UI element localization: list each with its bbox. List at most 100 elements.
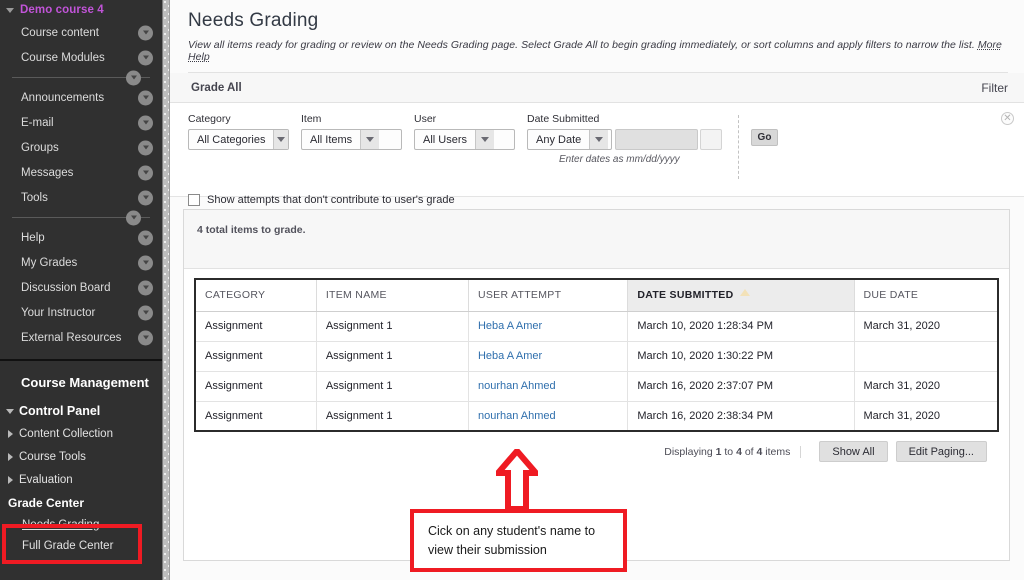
date-submitted-select[interactable]: Any Date <box>527 129 612 150</box>
category-select[interactable]: All Categories <box>188 129 289 150</box>
chevron-down-icon[interactable] <box>475 130 495 149</box>
student-name-link[interactable]: Heba A Amer <box>478 320 542 332</box>
screenshot-root: Demo course 4 Course content Course Modu… <box>0 0 1024 580</box>
sidebar-item-my-grades[interactable]: My Grades <box>0 250 162 275</box>
chevron-down-icon[interactable] <box>138 115 153 130</box>
chevron-down-icon[interactable] <box>126 210 141 226</box>
go-button[interactable]: Go <box>751 129 778 146</box>
chevron-down-icon <box>6 7 14 13</box>
sidebar-item-label: Announcements <box>21 91 105 104</box>
date-from-input[interactable] <box>615 129 698 150</box>
sidebar-item-external-resources[interactable]: External Resources <box>0 325 162 350</box>
column-header-date-submitted[interactable]: DATE SUBMITTED <box>627 279 855 312</box>
sidebar-item-email[interactable]: E-mail <box>0 110 162 135</box>
show-attempts-checkbox[interactable] <box>188 194 200 206</box>
sidebar-resize-handle[interactable] <box>162 0 170 580</box>
chevron-down-icon[interactable] <box>138 280 153 295</box>
sidebar-item-label: Groups <box>21 141 59 154</box>
chevron-down-icon[interactable] <box>138 90 153 105</box>
cell-due-date: March 31, 2020 <box>854 371 998 402</box>
table-row: Assignment Assignment 1 nourhan Ahmed Ma… <box>195 401 998 431</box>
sidebar-item-announcements[interactable]: Announcements <box>0 85 162 110</box>
close-circle-icon[interactable]: ✕ <box>1001 112 1014 125</box>
sidebar-item-groups[interactable]: Groups <box>0 135 162 160</box>
sidebar-item-label: My Grades <box>21 256 78 269</box>
column-header-item-name[interactable]: ITEM NAME <box>316 279 469 312</box>
sidebar-item-your-instructor[interactable]: Your Instructor <box>0 300 162 325</box>
sidebar-item-course-content[interactable]: Course content <box>0 20 162 45</box>
filter-button[interactable]: Filter <box>981 81 1008 95</box>
sidebar-item-label: Grade Center <box>8 495 85 510</box>
sidebar-item-messages[interactable]: Messages <box>0 160 162 185</box>
chevron-down-icon[interactable] <box>360 130 380 149</box>
date-submitted-label: Date Submitted <box>527 113 600 125</box>
displaying-prefix: Displaying <box>664 445 716 458</box>
sidebar-item-help[interactable]: Help <box>0 225 162 250</box>
student-name-link[interactable]: nourhan Ahmed <box>478 380 556 392</box>
column-header-due-date[interactable]: DUE DATE <box>854 279 998 312</box>
chevron-down-icon[interactable] <box>589 130 609 149</box>
chevron-down-icon[interactable] <box>138 190 153 205</box>
chevron-right-icon <box>8 452 13 461</box>
show-all-button[interactable]: Show All <box>819 441 888 462</box>
cell-due-date: March 31, 2020 <box>854 311 998 342</box>
chevron-down-icon[interactable] <box>138 305 153 320</box>
sidebar-course-header[interactable]: Demo course 4 <box>0 0 162 20</box>
cell-date-submitted: March 10, 2020 1:28:34 PM <box>627 311 855 342</box>
sidebar-item-label: Discussion Board <box>21 281 111 294</box>
column-header-category[interactable]: CATEGORY <box>195 279 317 312</box>
edit-paging-button[interactable]: Edit Paging... <box>895 441 987 462</box>
sidebar-divider-2 <box>12 210 150 226</box>
category-select-value: All Categories <box>197 133 266 146</box>
column-header-label: DUE DATE <box>863 289 919 302</box>
chevron-down-icon[interactable] <box>138 255 153 270</box>
sidebar-item-full-grade-center[interactable]: Full Grade Center <box>0 535 162 556</box>
item-select[interactable]: All Items <box>301 129 402 150</box>
user-select[interactable]: All Users <box>414 129 515 150</box>
page-title: Needs Grading <box>188 10 319 31</box>
student-name-link[interactable]: nourhan Ahmed <box>478 410 556 422</box>
show-attempts-label: Show attempts that don't contribute to u… <box>207 194 455 206</box>
sidebar-item-discussion-board[interactable]: Discussion Board <box>0 275 162 300</box>
sidebar-item-needs-grading[interactable]: Needs Grading <box>0 514 162 535</box>
chevron-down-icon[interactable] <box>138 230 153 245</box>
sidebar-item-content-collection[interactable]: Content Collection <box>0 422 162 445</box>
sidebar-item-label: Your Instructor <box>21 306 96 319</box>
column-header-label: USER ATTEMPT <box>477 289 562 302</box>
filter-group-date-submitted: Date Submitted Any Date Enter dates as m… <box>527 113 722 165</box>
chevron-right-icon <box>8 429 13 438</box>
grade-all-button[interactable]: Grade All <box>191 82 242 94</box>
table-row: Assignment Assignment 1 Heba A Amer Marc… <box>195 341 998 372</box>
chevron-down-icon[interactable] <box>138 25 153 40</box>
sidebar-item-tools[interactable]: Tools <box>0 185 162 210</box>
chevron-down-icon[interactable] <box>138 140 153 155</box>
sidebar-item-label: External Resources <box>21 331 122 344</box>
sidebar-item-label: Course content <box>21 26 99 39</box>
chevron-down-icon[interactable] <box>273 130 288 149</box>
column-header-user-attempt[interactable]: USER ATTEMPT <box>468 279 629 312</box>
cell-user-attempt[interactable]: Heba A Amer <box>468 311 629 342</box>
date-picker-button[interactable] <box>700 129 722 150</box>
cell-user-attempt[interactable]: nourhan Ahmed <box>468 371 629 402</box>
sidebar-item-grade-center[interactable]: Grade Center <box>0 491 162 514</box>
cell-category: Assignment <box>195 401 317 431</box>
chevron-down-icon[interactable] <box>138 50 153 65</box>
sidebar-item-course-modules[interactable]: Course Modules <box>0 45 162 70</box>
chevron-down-icon[interactable] <box>138 165 153 180</box>
show-attempts-checkbox-row[interactable]: Show attempts that don't contribute to u… <box>188 194 1024 206</box>
sidebar-control-panel[interactable]: Control Panel <box>0 400 162 422</box>
student-name-link[interactable]: Heba A Amer <box>478 350 542 362</box>
sidebar-item-course-tools[interactable]: Course Tools <box>0 445 162 468</box>
chevron-down-icon[interactable] <box>126 70 141 86</box>
cell-user-attempt[interactable]: nourhan Ahmed <box>468 401 629 431</box>
date-submitted-select-value: Any Date <box>536 133 582 146</box>
page-description: View all items ready for grading or revi… <box>188 39 1008 63</box>
page-description-text: View all items ready for grading or revi… <box>188 39 975 51</box>
annotation-line-1: Cick on any student's name to <box>428 524 596 538</box>
cell-user-attempt[interactable]: Heba A Amer <box>468 341 629 372</box>
chevron-down-icon[interactable] <box>138 330 153 345</box>
pagination-bar: Displaying 1 to 4 of 4 items Show All Ed… <box>194 432 999 462</box>
sidebar-item-label: E-mail <box>21 116 54 129</box>
sidebar-item-label: Course Modules <box>21 51 105 64</box>
sidebar-item-evaluation[interactable]: Evaluation <box>0 468 162 491</box>
